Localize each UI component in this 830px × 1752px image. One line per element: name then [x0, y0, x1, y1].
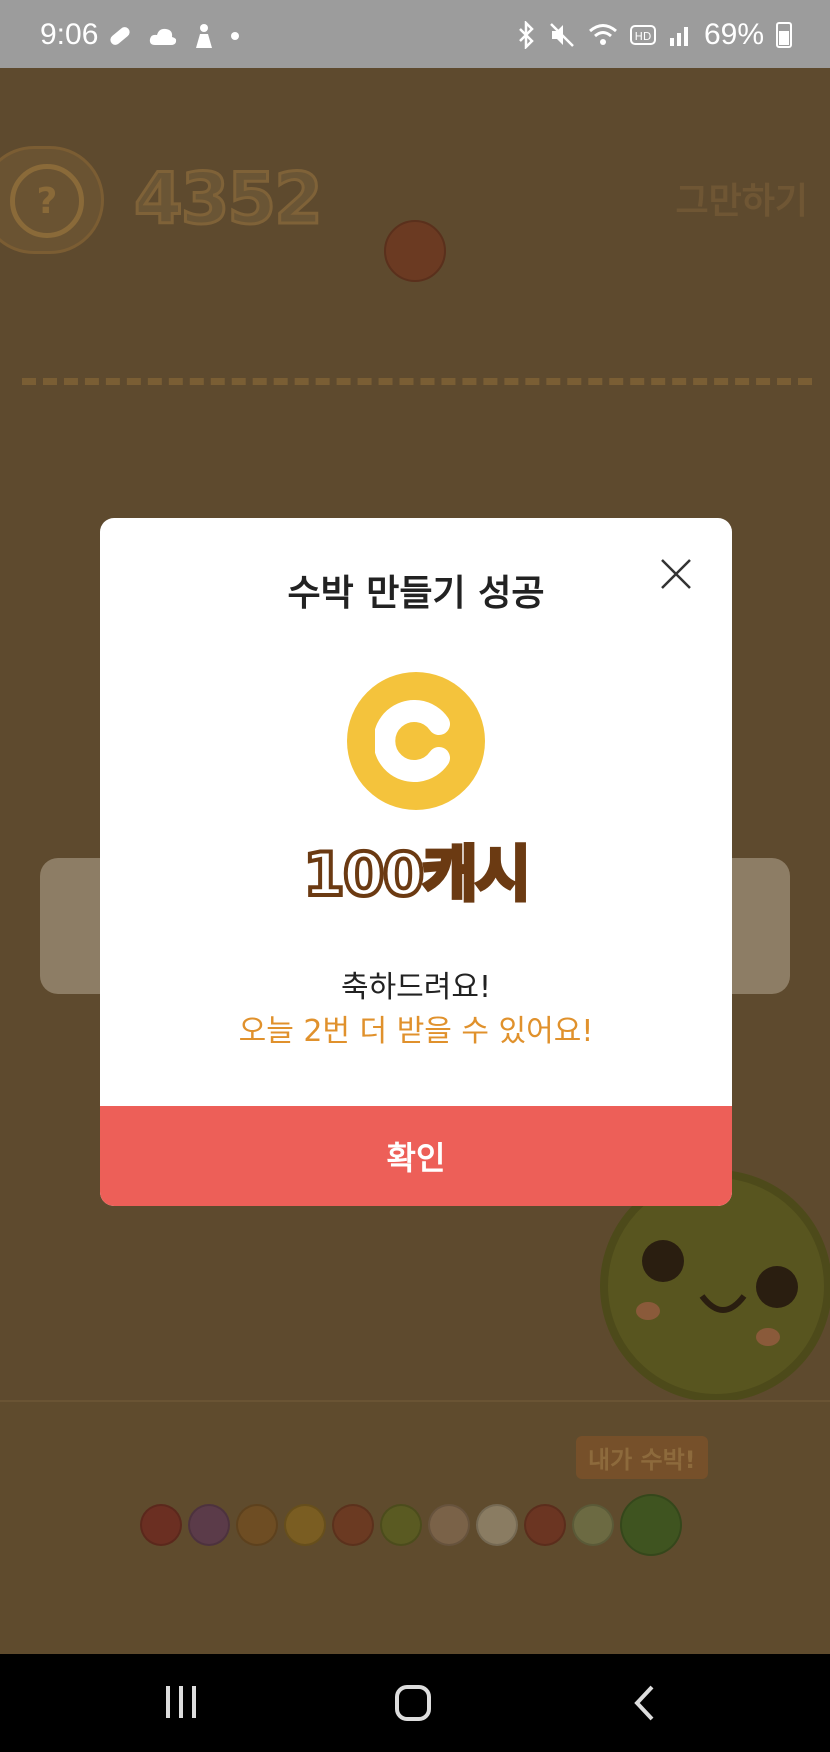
- home-icon[interactable]: [394, 1684, 432, 1722]
- fruit-cheek-right: [756, 1328, 780, 1346]
- svg-text:HD: HD: [635, 30, 652, 43]
- pill-icon: [110, 27, 130, 45]
- bluetooth-icon: [519, 21, 534, 49]
- fruit-icon: [476, 1504, 518, 1546]
- fruit-icon: [188, 1504, 230, 1546]
- score: 4352: [133, 157, 325, 242]
- remaining-text: 오늘 2번 더 받을 수 있어요!: [238, 1014, 594, 1049]
- help-button[interactable]: ?: [10, 164, 84, 238]
- dialog-title: 수박 만들기 성공: [287, 573, 545, 614]
- navigation-bar: [0, 1654, 830, 1752]
- status-left-icons: [106, 22, 240, 50]
- next-fruit: [384, 220, 446, 282]
- fruit-eye-right: [756, 1266, 798, 1308]
- mute-icon: [550, 23, 574, 47]
- fruit-evolution-row: [140, 1494, 682, 1556]
- fruit-smile: [699, 1294, 747, 1313]
- person-icon: [196, 24, 212, 48]
- wifi-icon: [588, 24, 617, 45]
- goal-badge: 내가 수박!: [576, 1436, 708, 1479]
- fruit-icon: [572, 1504, 614, 1546]
- fruit-icon: [428, 1504, 470, 1546]
- quit-button[interactable]: 그만하기: [676, 172, 808, 224]
- hd-icon: HD: [629, 25, 656, 45]
- recent-apps-icon[interactable]: [164, 1684, 198, 1720]
- status-right: HD 69%: [516, 18, 792, 52]
- watermelon-icon: [620, 1494, 682, 1556]
- status-time: 9:06: [40, 18, 99, 51]
- back-icon[interactable]: [632, 1684, 656, 1722]
- fruit-icon: [380, 1504, 422, 1546]
- close-icon[interactable]: [658, 556, 694, 592]
- fruit-cheek-left: [636, 1302, 660, 1320]
- fruit-icon: [140, 1504, 182, 1546]
- battery-percent: 69%: [703, 18, 764, 51]
- confirm-button[interactable]: 확인: [100, 1106, 732, 1206]
- fruit-icon: [524, 1504, 566, 1546]
- cash-coin-icon: [347, 672, 485, 810]
- fruit-icon: [284, 1504, 326, 1546]
- success-dialog: 수박 만들기 성공 100캐시 축하드려요! 오늘 2번 더 받을 수 있어요!…: [100, 518, 732, 1206]
- status-bar: 9:06 HD 69%: [0, 0, 830, 68]
- coin-letter-icon: [375, 700, 450, 782]
- fruit-eye-left: [642, 1240, 684, 1282]
- fruit-icon: [236, 1504, 278, 1546]
- battery-icon: [776, 22, 792, 48]
- dot-icon: [231, 32, 239, 40]
- cloud-icon: [149, 28, 177, 45]
- signal-icon: [669, 27, 688, 46]
- reward-amount: 100캐시: [301, 838, 533, 912]
- congrats-text: 축하드려요!: [340, 970, 492, 1005]
- deadline-line: [22, 378, 812, 385]
- fruit-icon: [332, 1504, 374, 1546]
